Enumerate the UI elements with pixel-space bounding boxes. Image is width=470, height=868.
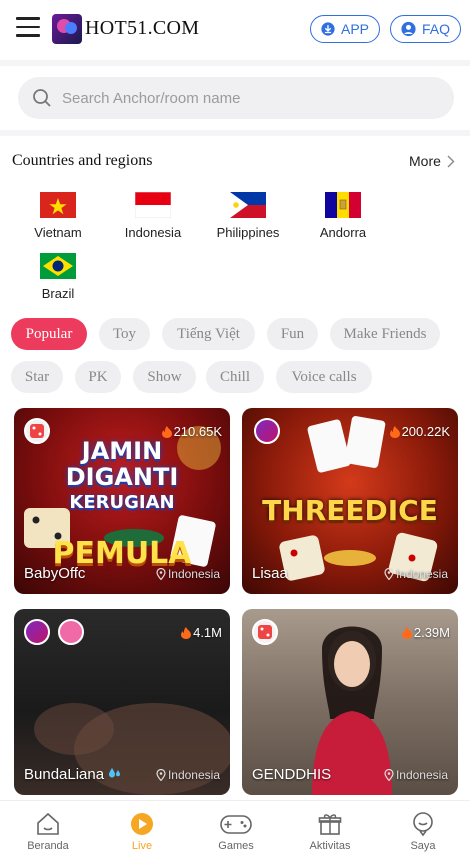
country-philippines[interactable]: Philippines [203, 192, 293, 240]
country-name: Andorra [319, 225, 367, 240]
tag-voice-calls[interactable]: Voice calls [276, 361, 372, 393]
cover-title-text: JAMIN DIGANTI KERUGIAN [65, 437, 179, 513]
tab-aktivitas[interactable]: Aktivitas [300, 811, 360, 852]
location-pin-icon [156, 568, 166, 580]
fire-icon [161, 425, 172, 438]
streamer-name: Lisaa [252, 565, 288, 582]
tag-chill[interactable]: Chill [206, 361, 264, 393]
gamepad-icon [220, 815, 252, 834]
regions-section: Countries and regions More Vietnam Indon… [0, 136, 470, 313]
home-icon [37, 812, 59, 835]
tab-games[interactable]: Games [206, 811, 266, 852]
search-section: Search Anchor/room name [0, 66, 470, 130]
viewer-count: 4.1M [181, 625, 222, 640]
search-icon [33, 89, 51, 107]
regions-title: Countries and regions [12, 152, 153, 169]
country-indonesia[interactable]: Indonesia [108, 192, 198, 240]
faq-label: FAQ [421, 21, 450, 37]
country-andorra[interactable]: Andorra [298, 192, 388, 240]
live-room-card[interactable]: JAMIN DIGANTI KERUGIAN PEMULA 210.65K Ba… [14, 408, 230, 594]
location-pin-icon [384, 568, 394, 580]
brand-name: HOT51.COM [85, 17, 200, 39]
fire-icon [181, 626, 192, 639]
search-input[interactable]: Search Anchor/room name [18, 77, 454, 119]
category-tags: Popular Toy Tiếng Việt Fun Make Friends … [0, 313, 470, 402]
tab-live[interactable]: Live [112, 811, 172, 852]
download-icon [321, 22, 335, 36]
location-label: Indonesia [384, 567, 448, 581]
header-bar: HOT51.COM APP FAQ [0, 0, 470, 60]
brand-logo [52, 14, 82, 44]
gift-icon [318, 814, 342, 835]
tag-fun[interactable]: Fun [267, 318, 318, 350]
tag-tieng-viet[interactable]: Tiếng Việt [162, 318, 255, 350]
fire-icon [389, 425, 400, 438]
streamer-name: BundaLiana [24, 766, 122, 783]
fire-icon [401, 626, 412, 639]
streamer-name: GENDDHIS [252, 766, 332, 783]
location-label: Indonesia [156, 768, 220, 782]
country-name: Indonesia [124, 225, 182, 240]
tag-pk[interactable]: PK [75, 361, 121, 393]
pink-badge-icon [58, 619, 84, 645]
tag-star[interactable]: Star [11, 361, 63, 393]
app-label: APP [340, 21, 369, 37]
cover-title-text: THREEDICE [262, 494, 438, 527]
tag-popular[interactable]: Popular [11, 318, 87, 350]
country-name: Vietnam [34, 225, 82, 240]
profile-icon [413, 812, 433, 837]
bottom-tab-bar: Beranda Live Games Aktivitas Saya [0, 800, 470, 868]
tag-toy[interactable]: Toy [99, 318, 150, 350]
live-room-card[interactable]: THREEDICE 200.22K Lisaa Indonesia [242, 408, 458, 594]
app-download-button[interactable]: APP [310, 15, 380, 43]
droplets-icon [109, 768, 121, 778]
chevron-right-icon [447, 155, 455, 167]
country-name: Philippines [216, 225, 280, 240]
streamer-name: BabyOffc [24, 565, 86, 582]
tag-show[interactable]: Show [133, 361, 196, 393]
country-brazil[interactable]: Brazil [13, 253, 103, 301]
faq-button[interactable]: FAQ [390, 15, 461, 43]
tab-saya[interactable]: Saya [393, 811, 453, 852]
live-room-card[interactable]: 4.1M BundaLiana Indonesia [14, 609, 230, 795]
tab-beranda[interactable]: Beranda [18, 811, 78, 852]
fast3-badge-icon [24, 619, 50, 645]
location-label: Indonesia [156, 567, 220, 581]
country-vietnam[interactable]: Vietnam [13, 192, 103, 240]
location-label: Indonesia [384, 768, 448, 782]
philippines-flag-icon [230, 192, 266, 218]
live-play-icon [131, 813, 153, 835]
indonesia-flag-icon [135, 192, 171, 218]
andorra-flag-icon [325, 192, 361, 218]
country-name: Brazil [41, 286, 75, 301]
dice-badge-icon [252, 619, 278, 645]
more-regions-link[interactable]: More [409, 153, 455, 169]
more-label: More [409, 153, 441, 169]
location-pin-icon [384, 769, 394, 781]
menu-icon[interactable] [16, 17, 40, 39]
live-room-card[interactable]: 2.39M GENDDHIS Indonesia [242, 609, 458, 795]
fast3-badge-icon [254, 418, 280, 444]
viewer-count: 200.22K [389, 424, 450, 439]
tag-make-friends[interactable]: Make Friends [330, 318, 440, 350]
brazil-flag-icon [40, 253, 76, 279]
vietnam-flag-icon [40, 192, 76, 218]
support-agent-icon [401, 21, 416, 37]
viewer-count: 2.39M [401, 625, 450, 640]
viewer-count: 210.65K [161, 424, 222, 439]
location-pin-icon [156, 769, 166, 781]
search-placeholder: Search Anchor/room name [62, 89, 241, 107]
dice-badge-icon [24, 418, 50, 444]
live-room-grid: JAMIN DIGANTI KERUGIAN PEMULA 210.65K Ba… [0, 402, 470, 800]
